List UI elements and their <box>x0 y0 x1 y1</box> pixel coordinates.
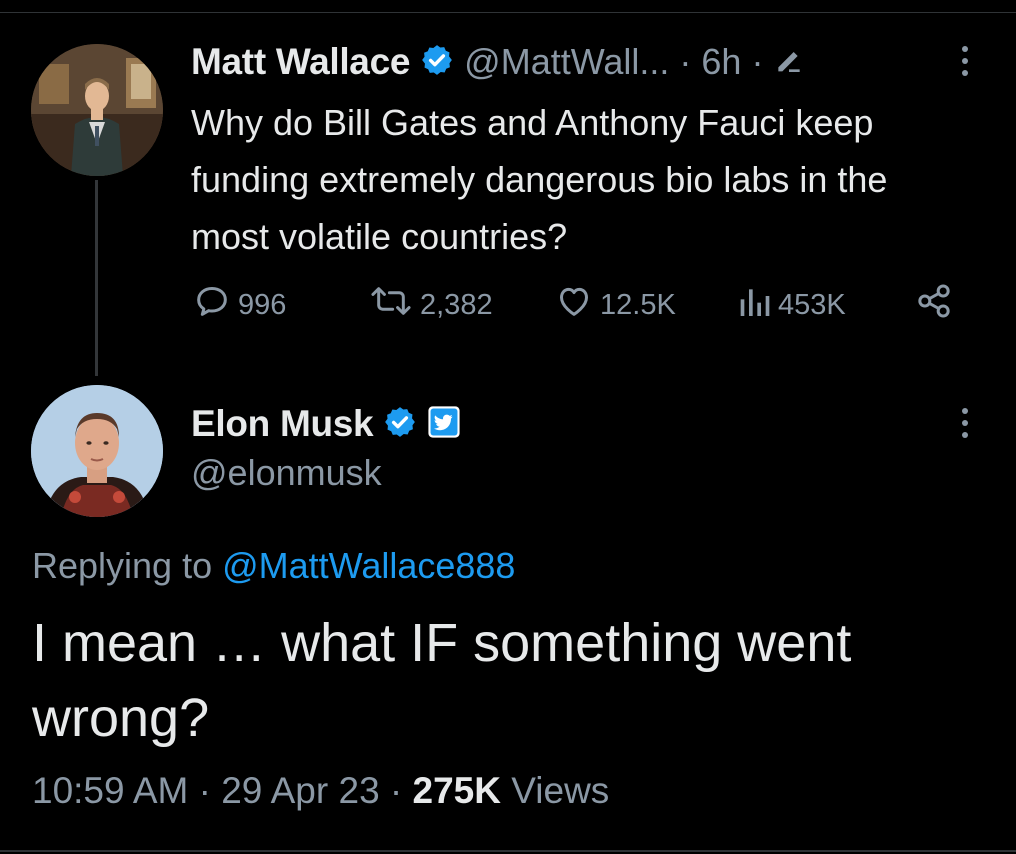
author-name[interactable]: Elon Musk <box>191 403 374 445</box>
replying-to-line: Replying to @MattWallace888 <box>32 545 515 587</box>
reply-bubble-icon <box>192 281 232 329</box>
heart-icon <box>554 281 594 329</box>
original-tweet-text: Why do Bill Gates and Anthony Fauci keep… <box>191 102 888 257</box>
share-icon <box>914 281 954 329</box>
like-count: 12.5K <box>600 288 676 321</box>
more-vertical-icon[interactable] <box>960 408 970 438</box>
reply-tweet-text: I mean … what IF something went wrong? <box>32 613 852 748</box>
tweet-timestamp-row: 10:59 AM · 29 Apr 23 · 275K Views <box>32 770 609 812</box>
tweet-action-bar: 996 2,382 12.5K 453K <box>192 282 967 328</box>
verified-badge-icon <box>420 43 454 82</box>
more-vertical-icon[interactable] <box>960 46 970 76</box>
twitter-bird-badge-icon <box>427 405 461 444</box>
reply-count: 996 <box>238 288 287 321</box>
share-action[interactable] <box>914 282 954 328</box>
views-label: Views <box>511 770 610 811</box>
avatar-elon-musk[interactable] <box>31 385 163 517</box>
verified-badge-icon <box>383 405 417 444</box>
separator-dot: · <box>198 770 222 811</box>
views-action[interactable]: 453K <box>736 282 846 328</box>
replying-mention-link[interactable]: @MattWallace888 <box>222 545 515 586</box>
reply-tweet-header: Elon Musk <box>191 398 461 450</box>
views-count[interactable]: 275K <box>413 770 501 811</box>
tweet-time[interactable]: 10:59 AM <box>32 770 188 811</box>
separator-dot: · <box>389 770 413 811</box>
tweet-date[interactable]: 29 Apr 23 <box>221 770 379 811</box>
separator-dot: · <box>751 41 764 82</box>
author-name[interactable]: Matt Wallace <box>191 41 410 83</box>
separator-dot: · <box>679 41 692 82</box>
thread-connector-line <box>95 180 98 376</box>
edit-pencil-icon <box>773 44 805 81</box>
like-action[interactable]: 12.5K <box>554 282 676 328</box>
avatar-matt-wallace[interactable] <box>31 44 163 176</box>
retweet-count: 2,382 <box>420 288 493 321</box>
replying-prefix: Replying to <box>32 545 213 586</box>
retweet-icon <box>368 281 414 329</box>
author-handle[interactable]: @elonmusk <box>191 452 382 494</box>
reply-action[interactable]: 996 <box>192 282 286 328</box>
bottom-divider <box>0 850 1016 852</box>
bar-chart-icon <box>736 281 772 329</box>
views-count: 453K <box>778 288 846 321</box>
original-tweet-header: Matt Wallace @MattWall... · 6h · <box>191 38 805 86</box>
retweet-action[interactable]: 2,382 <box>368 282 493 328</box>
tweet-time[interactable]: 6h <box>701 41 741 83</box>
top-divider <box>0 12 1016 13</box>
author-handle[interactable]: @MattWall... <box>464 41 669 83</box>
